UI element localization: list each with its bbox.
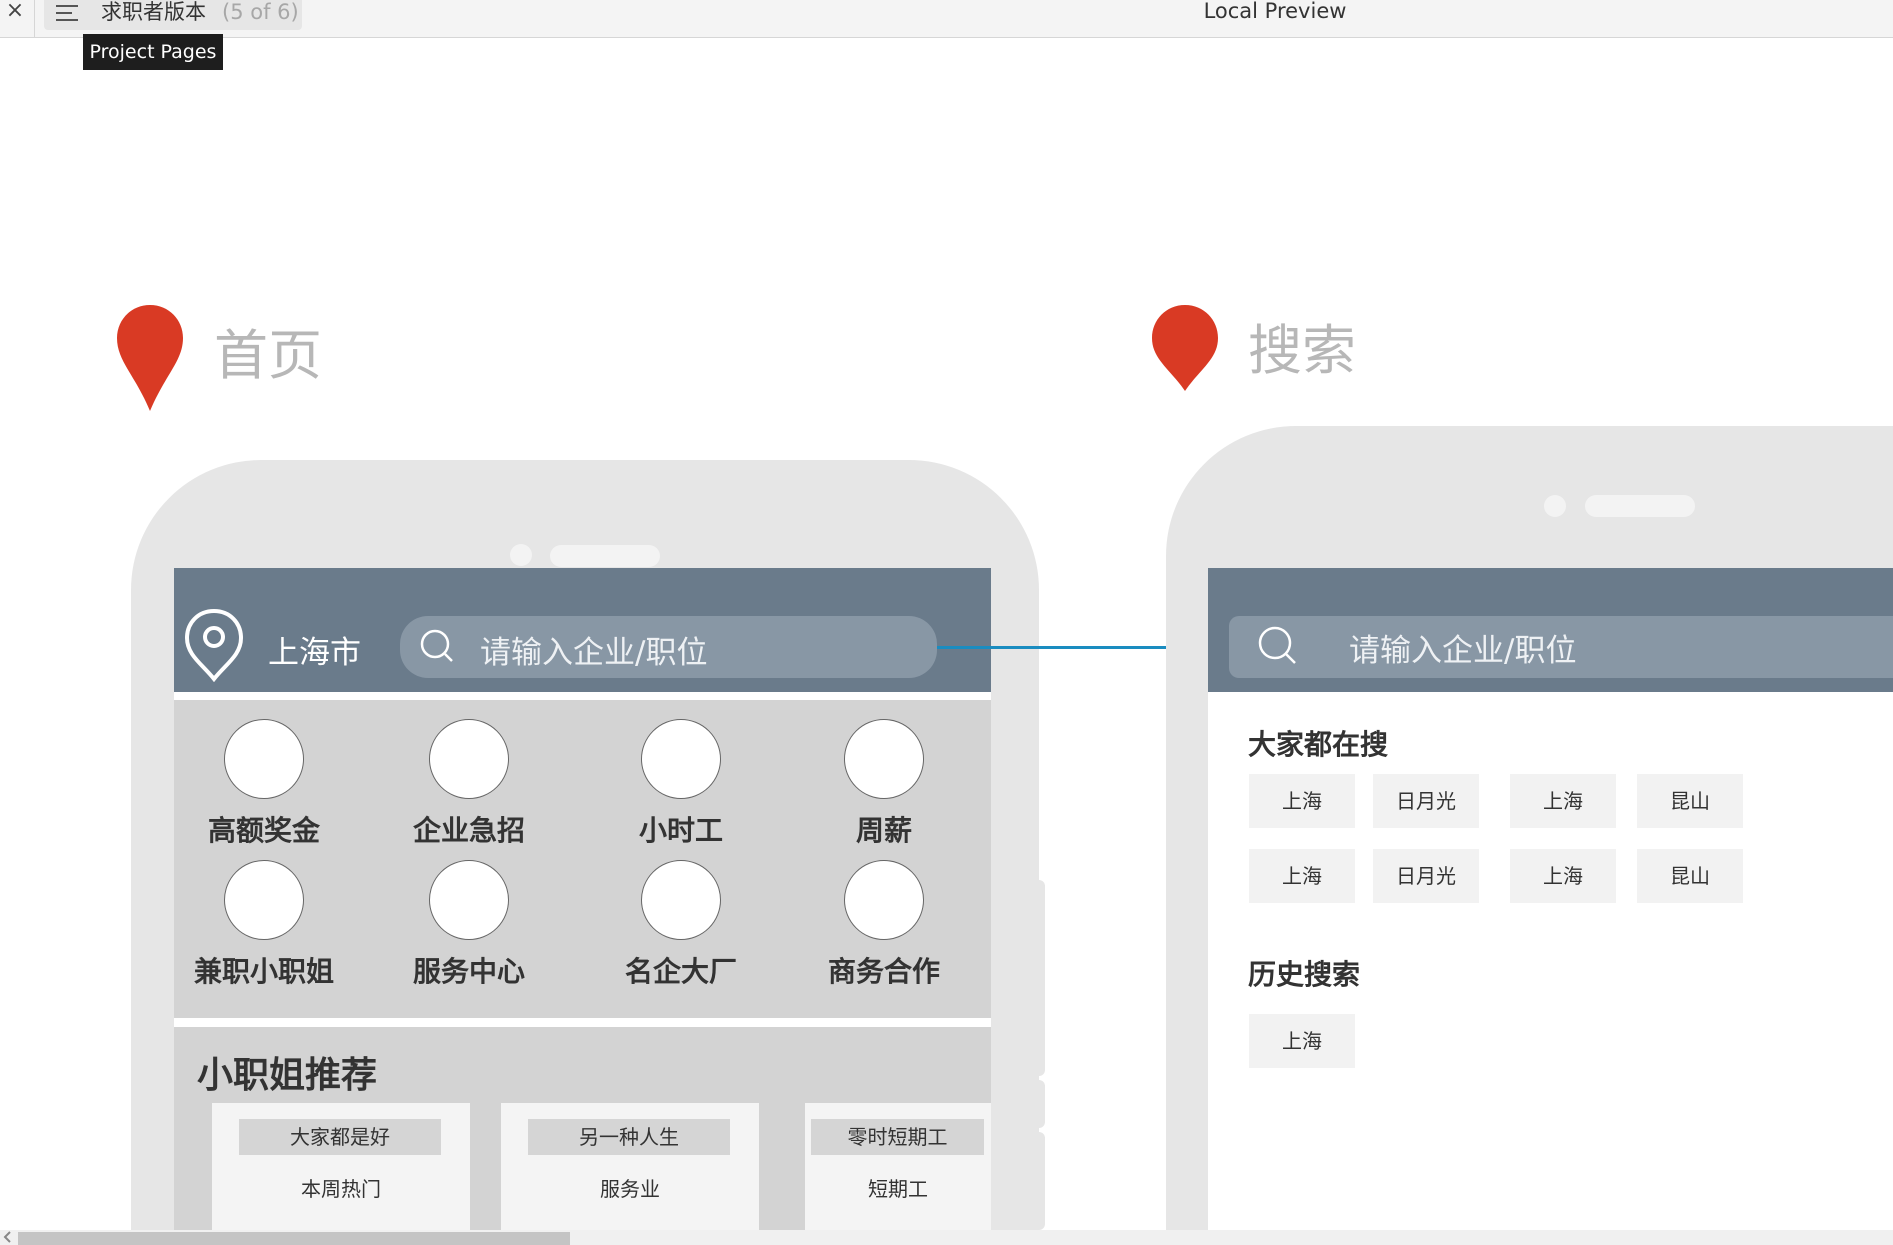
popular-chip[interactable]: 日月光 bbox=[1373, 774, 1479, 828]
popular-chip[interactable]: 上海 bbox=[1249, 774, 1355, 828]
category-icon bbox=[844, 860, 924, 940]
history-chip[interactable]: 上海 bbox=[1249, 1014, 1355, 1068]
popular-chip[interactable]: 昆山 bbox=[1637, 849, 1743, 903]
phone-camera bbox=[1544, 495, 1566, 517]
history-heading: 历史搜索 bbox=[1248, 958, 1361, 991]
menu-icon[interactable] bbox=[56, 3, 78, 23]
page-count: (5 of 6) bbox=[222, 0, 299, 24]
category-icon bbox=[641, 860, 721, 940]
search-icon[interactable] bbox=[419, 628, 455, 664]
category-item[interactable]: 服务中心 bbox=[389, 860, 549, 990]
popular-heading: 大家都在搜 bbox=[1248, 728, 1389, 761]
city-label[interactable]: 上海市 bbox=[268, 633, 361, 673]
recommend-title: 小职姐推荐 bbox=[197, 1055, 378, 1096]
category-item[interactable]: 商务合作 bbox=[804, 860, 964, 990]
phone-camera bbox=[510, 544, 532, 566]
phone-speaker bbox=[1585, 495, 1695, 517]
category-label: 周薪 bbox=[855, 814, 912, 847]
recommend-sub: 本周热门 bbox=[301, 1177, 381, 1201]
search-placeholder[interactable]: 请输入企业/职位 bbox=[1349, 631, 1576, 671]
location-icon[interactable] bbox=[184, 608, 244, 682]
category-item[interactable]: 企业急招 bbox=[389, 719, 549, 849]
popular-chip[interactable]: 日月光 bbox=[1373, 849, 1479, 903]
category-label: 高额奖金 bbox=[207, 814, 320, 847]
phone-side-button bbox=[1036, 880, 1045, 1076]
window-title: Local Preview bbox=[1203, 0, 1347, 23]
category-icon bbox=[641, 719, 721, 799]
category-icon bbox=[224, 719, 304, 799]
recommend-card[interactable]: 另一种人生 服务业 bbox=[501, 1103, 759, 1230]
category-icon bbox=[429, 860, 509, 940]
location-pin-icon bbox=[1152, 305, 1218, 391]
scroll-left-arrow-icon[interactable] bbox=[3, 1231, 13, 1243]
popular-chip[interactable]: 上海 bbox=[1510, 774, 1616, 828]
recommend-card[interactable]: 大家都是好 本周热门 bbox=[212, 1103, 470, 1230]
category-item[interactable]: 小时工 bbox=[601, 719, 761, 849]
category-label: 兼职小职姐 bbox=[193, 955, 334, 988]
section-title-home: 首页 bbox=[214, 324, 322, 387]
category-label: 小时工 bbox=[638, 814, 723, 847]
search-placeholder[interactable]: 请输入企业/职位 bbox=[480, 633, 707, 673]
phone-side-button bbox=[1036, 1080, 1045, 1128]
category-item[interactable]: 兼职小职姐 bbox=[184, 860, 344, 990]
category-label: 名企大厂 bbox=[624, 955, 737, 988]
category-label: 服务中心 bbox=[412, 955, 525, 988]
tooltip: Project Pages bbox=[83, 34, 223, 70]
close-button[interactable]: × bbox=[0, 0, 30, 30]
recommend-sub: 服务业 bbox=[600, 1177, 660, 1201]
phone-speaker bbox=[550, 545, 660, 567]
category-item[interactable]: 名企大厂 bbox=[601, 860, 761, 990]
popular-chip[interactable]: 上海 bbox=[1249, 849, 1355, 903]
category-label: 企业急招 bbox=[412, 814, 525, 847]
location-pin-icon bbox=[117, 305, 183, 411]
recommend-card[interactable]: 零时短期工 短期工 bbox=[805, 1103, 991, 1230]
recommend-tag: 另一种人生 bbox=[528, 1119, 730, 1155]
category-icon bbox=[224, 860, 304, 940]
category-item[interactable]: 高额奖金 bbox=[184, 719, 344, 849]
popular-chip[interactable]: 上海 bbox=[1510, 849, 1616, 903]
recommend-tag: 大家都是好 bbox=[239, 1119, 441, 1155]
section-title-search: 搜索 bbox=[1248, 319, 1356, 382]
popular-chip[interactable]: 昆山 bbox=[1637, 774, 1743, 828]
category-label: 商务合作 bbox=[827, 955, 940, 988]
scrollbar-thumb[interactable] bbox=[18, 1232, 570, 1245]
category-item[interactable]: 周薪 bbox=[804, 719, 964, 849]
category-icon bbox=[844, 719, 924, 799]
category-icon bbox=[429, 719, 509, 799]
phone-side-button bbox=[1036, 1132, 1045, 1230]
search-icon[interactable] bbox=[1256, 624, 1298, 666]
recommend-tag: 零时短期工 bbox=[811, 1119, 984, 1155]
toolbar-divider bbox=[34, 0, 35, 37]
recommend-sub: 短期工 bbox=[868, 1177, 928, 1201]
page-name[interactable]: 求职者版本 bbox=[101, 0, 206, 24]
